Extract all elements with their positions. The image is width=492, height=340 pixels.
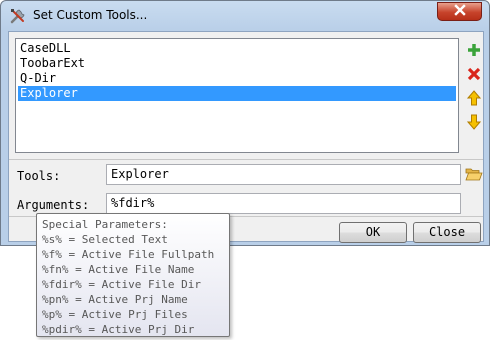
move-down-button[interactable] [465, 114, 483, 132]
folder-open-icon [465, 168, 483, 185]
browse-button[interactable] [465, 166, 483, 184]
delete-icon [467, 67, 481, 84]
tooltip-line: %s% = Selected Text [42, 233, 168, 246]
tooltip-line: %f% = Active File Fullpath [42, 248, 215, 261]
window-close-button[interactable] [437, 2, 482, 21]
divider [9, 159, 483, 160]
arrow-up-icon [466, 89, 482, 109]
list-item[interactable]: ToobarExt [18, 56, 456, 71]
list-item-selected[interactable]: Explorer [18, 86, 456, 101]
tooltip-line: %pdir% = Active Prj Dir [42, 323, 195, 336]
move-up-button[interactable] [465, 89, 483, 109]
special-parameters-tooltip: Special Parameters: %s% = Selected Text … [36, 213, 230, 337]
tooltip-line: %pn% = Active Prj Name [42, 293, 188, 306]
tools-list[interactable]: CaseDLL ToobarExt Q-Dir Explorer [15, 38, 459, 153]
dialog-body: CaseDLL ToobarExt Q-Dir Explorer Tools: … [8, 31, 484, 243]
close-button[interactable]: Close [413, 222, 481, 243]
add-tool-button[interactable] [465, 42, 483, 60]
list-item[interactable]: Q-Dir [18, 71, 456, 86]
tooltip-heading: Special Parameters: [42, 218, 168, 231]
list-item[interactable]: CaseDLL [18, 41, 456, 56]
arrow-down-icon [466, 114, 482, 133]
tools-field[interactable]: Explorer [106, 164, 461, 185]
set-custom-tools-dialog: Set Custom Tools... CaseDLL ToobarExt Q-… [0, 0, 490, 246]
close-icon [453, 4, 467, 19]
tools-icon [9, 7, 27, 25]
arguments-field[interactable]: %fdir% [106, 193, 461, 214]
add-icon [467, 43, 481, 60]
window-title: Set Custom Tools... [33, 8, 148, 22]
tooltip-line: %fn% = Active File Name [42, 263, 195, 276]
tools-label: Tools: [17, 169, 61, 183]
arguments-label: Arguments: [17, 198, 90, 212]
title-bar[interactable]: Set Custom Tools... [1, 1, 491, 31]
tooltip-line: %p% = Active Prj Files [42, 308, 188, 321]
delete-tool-button[interactable] [465, 66, 483, 84]
ok-button[interactable]: OK [339, 222, 407, 243]
tooltip-line: %fdir% = Active File Dir [42, 278, 201, 291]
